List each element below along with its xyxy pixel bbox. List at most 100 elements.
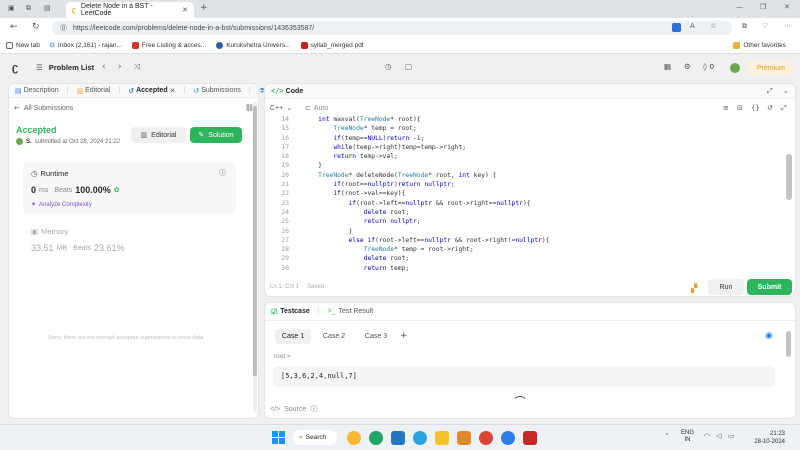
case-1-button[interactable]: Case 1 xyxy=(275,329,311,344)
testcase-tab[interactable]: ☑ Testcase xyxy=(271,308,310,316)
fullscreen-icon[interactable]: ⤢ xyxy=(781,104,787,113)
code-line[interactable]: 20 TreeNode* deleteNode(TreeNode* root, … xyxy=(265,171,785,180)
tab-accepted[interactable]: ↺ Accepted ✕ xyxy=(128,87,175,95)
code-line[interactable]: 15 TreeNode* temp = root; xyxy=(265,124,785,133)
vscode-icon[interactable] xyxy=(391,430,405,445)
widgets-icon[interactable] xyxy=(347,430,361,445)
reset-icon[interactable]: ↺ xyxy=(767,104,773,112)
source-button[interactable]: </> Source ⓘ xyxy=(270,404,317,414)
code-line[interactable]: 23 if(root->left==nullptr && root->right… xyxy=(265,199,785,208)
site-info-icon[interactable]: ⓪ xyxy=(60,23,67,33)
code-line[interactable]: 18 return temp->val; xyxy=(265,152,785,161)
code-line[interactable]: 25 return nullptr; xyxy=(265,217,785,226)
coins[interactable]: ◊ 0 xyxy=(703,62,714,71)
workspaces-icon[interactable]: ⧉ xyxy=(26,4,31,13)
runtime-card[interactable]: ◷ Runtime ⓘ 0 ms Beats 100.00% ✿ ✦ Analy… xyxy=(23,162,236,214)
new-tab-icon[interactable]: + xyxy=(200,3,208,13)
code-line[interactable]: 17 while(temp->right)temp=temp->right; xyxy=(265,143,785,152)
analyze-complexity-link[interactable]: ✦ Analyze Complexity xyxy=(31,201,92,209)
add-case-icon[interactable]: + xyxy=(400,331,408,341)
code-editor[interactable]: 14 int maxval(TreeNode* root){15 TreeNod… xyxy=(265,115,785,273)
bookmark-syllabus-pdf[interactable]: syllab_merged.pdf xyxy=(300,42,364,49)
all-submissions-link[interactable]: ← All Submissions xyxy=(14,104,73,112)
tab-editorial[interactable]: ▥ Editorial xyxy=(76,87,110,95)
premium-button[interactable]: Premium xyxy=(748,61,794,75)
read-aloud-icon[interactable]: A xyxy=(690,22,695,30)
close-tab-icon[interactable]: ✕ xyxy=(182,6,188,14)
run-button[interactable]: Run xyxy=(708,279,744,295)
testcase-scrollbar[interactable] xyxy=(786,331,791,357)
profile-icon[interactable]: ▣ xyxy=(8,4,15,12)
username[interactable]: S. xyxy=(26,139,32,145)
testcase-input[interactable]: [5,3,6,2,4,null,7] xyxy=(273,366,775,387)
left-scrollbar-thumb[interactable] xyxy=(253,106,257,376)
refresh-icon[interactable]: ↻ xyxy=(32,22,40,32)
close-tab-accepted-icon[interactable]: ✕ xyxy=(170,87,176,95)
tray-chevron-icon[interactable]: ⌃ xyxy=(664,432,670,440)
tab-actions-icon[interactable]: ▤ xyxy=(44,4,51,12)
problem-list-button[interactable]: ☰ Problem List xyxy=(36,63,94,72)
test-result-tab[interactable]: >_ Test Result xyxy=(328,308,374,315)
expand-icon[interactable]: ⤢ xyxy=(767,87,773,96)
chrome-icon[interactable] xyxy=(479,430,493,445)
code-line[interactable]: 14 int maxval(TreeNode* root){ xyxy=(265,115,785,124)
code-line[interactable]: 26 } xyxy=(265,227,785,236)
battery-icon[interactable]: ▭ xyxy=(728,432,735,440)
browser-tab[interactable]: ʗ Delete Node in a BST - LeetCode ✕ xyxy=(66,2,194,18)
code-line[interactable]: 19 } xyxy=(265,161,785,170)
code-line[interactable]: 22 if(root->val==key){ xyxy=(265,189,785,198)
telegram-icon[interactable] xyxy=(413,430,427,445)
avatar[interactable] xyxy=(730,63,740,73)
format-icon[interactable]: ≡ xyxy=(723,104,729,112)
bookmark-icon[interactable]: ⊟ xyxy=(737,104,743,112)
volume-icon[interactable]: ◁ xyxy=(716,432,721,440)
layout-icon[interactable]: ▦ xyxy=(664,62,671,71)
memory-header[interactable]: ▣ Memory xyxy=(31,227,68,236)
bookmark-inbox[interactable]: G Inbox (2,161) - rajan... xyxy=(50,42,122,49)
clock[interactable]: 21:23 28-10-2024 xyxy=(745,430,785,446)
code-line[interactable]: 16 if(temp==NULL)return -1; xyxy=(265,134,785,143)
debug-icon[interactable]: ▞ xyxy=(691,284,697,293)
visibility-icon[interactable]: ◉ xyxy=(765,330,773,341)
code-line[interactable]: 24 delete root; xyxy=(265,208,785,217)
code-line[interactable]: 27 else if(root->left==nullptr && root->… xyxy=(265,236,785,245)
solution-button[interactable]: ✎ Solution xyxy=(190,127,242,143)
bookmark-new-tab[interactable]: New tab xyxy=(6,42,40,49)
timer-icon[interactable]: ◷ xyxy=(385,62,392,71)
left-scrollbar[interactable] xyxy=(253,102,257,412)
code-scrollbar-thumb[interactable] xyxy=(786,154,792,200)
leetcode-logo-icon[interactable]: ʗ xyxy=(12,62,18,74)
code-line[interactable]: 30 return temp; xyxy=(265,264,785,273)
braces-icon[interactable]: {} xyxy=(751,104,760,112)
bookmark-kurukshetra[interactable]: Kurukshetra Univers... xyxy=(216,42,291,49)
mcafee-icon[interactable] xyxy=(523,430,537,445)
settings-gear-icon[interactable]: ⚙ xyxy=(684,62,691,71)
case-2-button[interactable]: Case 2 xyxy=(316,329,352,344)
favorites-icon[interactable]: ♡ xyxy=(762,22,768,30)
info-icon[interactable]: ⓘ xyxy=(219,168,226,178)
file-explorer-icon[interactable] xyxy=(435,430,449,445)
prev-problem-icon[interactable]: ‹ xyxy=(102,62,106,72)
copilot-icon[interactable] xyxy=(369,430,383,445)
minimize-icon[interactable]: — xyxy=(736,3,743,11)
more-menu-icon[interactable]: ⋯ xyxy=(784,22,791,30)
case-3-button[interactable]: Case 3 xyxy=(358,329,394,344)
favorite-star-icon[interactable]: ☆ xyxy=(710,22,716,30)
split-screen-icon[interactable]: ⧉ xyxy=(742,22,747,31)
shuffle-icon[interactable]: ⤨ xyxy=(134,62,140,72)
code-line[interactable]: 28 TreeNode* temp = root->right; xyxy=(265,245,785,254)
code-line[interactable]: 29 delete root; xyxy=(265,254,785,263)
maximize-icon[interactable]: ❐ xyxy=(760,3,766,11)
user-avatar[interactable] xyxy=(16,138,23,145)
tab-description[interactable]: ▤ Description xyxy=(15,87,59,95)
tab-submissions[interactable]: ↺ Submissions xyxy=(193,87,241,95)
editorial-button[interactable]: ▥ Editorial xyxy=(131,127,186,143)
url-field[interactable]: ⓪ https://leetcode.com/problems/delete-n… xyxy=(52,21,732,35)
notes-icon[interactable]: ▢ xyxy=(405,62,412,71)
language-indicator[interactable]: ENG IN xyxy=(681,430,694,444)
tag-icon[interactable] xyxy=(672,23,681,32)
next-problem-icon[interactable]: › xyxy=(118,62,122,72)
submit-button[interactable]: Submit xyxy=(747,279,792,295)
back-icon[interactable]: ← xyxy=(10,22,18,32)
edge-icon[interactable] xyxy=(501,430,515,445)
